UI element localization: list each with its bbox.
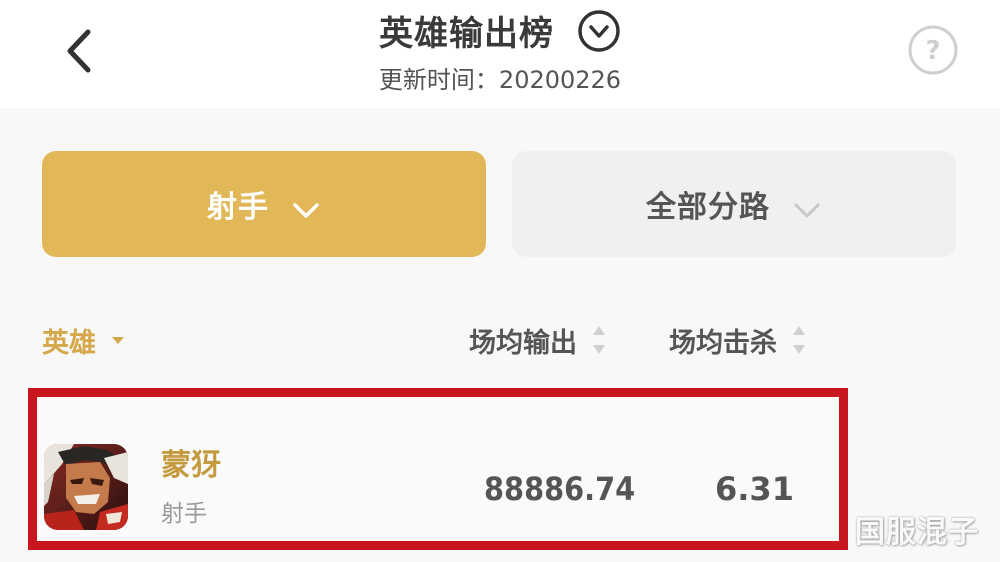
title-dropdown-button[interactable] [577,9,621,53]
page-title: 英雄输出榜 [378,14,554,54]
watermark: 国服混子 [855,515,979,550]
lane-filter-button[interactable]: 全部分路 [512,151,956,257]
sort-icon [793,326,805,354]
sort-icon [593,326,605,354]
column-header-avg-kills[interactable]: 场均击杀 [669,318,807,362]
hero-portrait-icon [44,444,128,530]
lane-filter-label: 全部分路 [646,190,770,225]
column-avg-damage-label: 场均输出 [469,327,577,359]
hero-name: 蒙犽 [161,448,221,483]
role-filter-label: 射手 [207,190,269,225]
column-avg-kills-label: 场均击杀 [669,327,777,359]
question-circle-icon: ? [908,25,958,75]
top-header: 英雄输出榜 更新时间：20200226 ? [0,0,1000,108]
update-time: 更新时间：20200226 [378,66,622,94]
chevron-down-icon [794,203,820,218]
chevron-down-icon [293,203,319,218]
avg-damage-value: 88886.74 [484,470,636,508]
table-row[interactable] [28,388,848,550]
help-button[interactable]: ? [907,24,959,76]
avg-kills-value: 6.31 [715,470,794,508]
column-hero-label: 英雄 [42,327,96,359]
role-filter-button[interactable]: 射手 [42,151,486,257]
caret-down-icon [112,337,124,344]
hero-role: 射手 [161,501,207,527]
circle-chevron-down-icon [578,9,620,52]
hero-avatar [44,444,128,530]
column-header-hero[interactable]: 英雄 [42,318,126,362]
column-header-avg-damage[interactable]: 场均输出 [469,318,607,362]
svg-text:?: ? [925,36,940,66]
